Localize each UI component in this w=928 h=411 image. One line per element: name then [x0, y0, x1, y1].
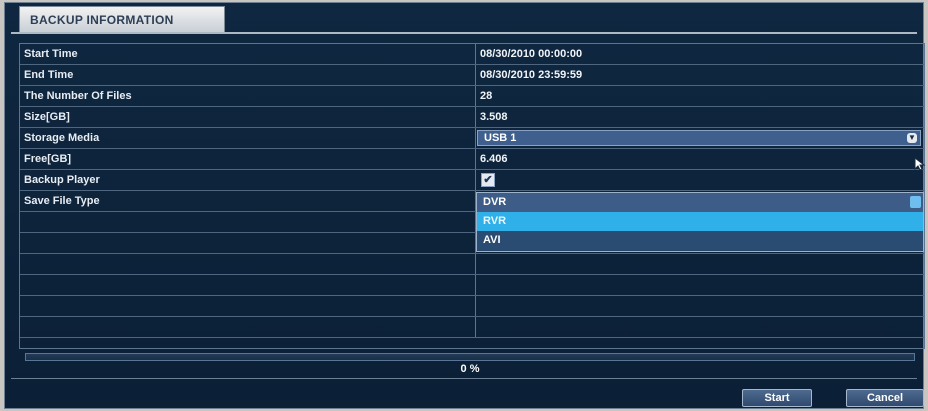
save-file-type-dropdown[interactable]: DVR RVR AVI — [476, 192, 924, 252]
progress-text: 0 % — [460, 363, 480, 375]
storage-media-select[interactable]: USB 1 ▼ — [477, 130, 921, 146]
table-row: The Number Of Files 28 — [20, 86, 924, 107]
end-time-value: 08/30/2010 23:59:59 — [475, 65, 924, 85]
footer-divider — [11, 378, 917, 379]
backup-info-table: Start Time 08/30/2010 00:00:00 End Time … — [19, 43, 925, 349]
storage-media-value: USB 1 — [484, 132, 517, 144]
start-time-value: 08/30/2010 00:00:00 — [475, 44, 924, 64]
dropdown-scroll-icon[interactable] — [910, 196, 921, 208]
table-row — [20, 275, 924, 296]
end-time-label: End Time — [24, 69, 74, 81]
save-file-type-label: Save File Type — [24, 195, 100, 207]
table-row: Storage Media USB 1 ▼ — [20, 128, 924, 149]
empty-cell — [475, 275, 924, 295]
backup-window: BACKUP INFORMATION Start Time 08/30/2010… — [4, 2, 926, 409]
chevron-down-icon[interactable]: ▼ — [907, 133, 917, 143]
empty-cell — [475, 296, 924, 316]
table-row: Size[GB] 3.508 — [20, 107, 924, 128]
title-divider — [11, 32, 917, 34]
size-label: Size[GB] — [24, 111, 70, 123]
table-row — [20, 296, 924, 317]
size-value: 3.508 — [475, 107, 924, 127]
dropdown-option-dvr[interactable]: DVR — [477, 193, 923, 212]
table-row: Start Time 08/30/2010 00:00:00 — [20, 44, 924, 65]
storage-media-label: Storage Media — [24, 132, 100, 144]
table-row — [20, 317, 924, 338]
empty-cell — [20, 296, 475, 316]
backup-player-label: Backup Player — [24, 174, 100, 186]
backup-player-checkbox[interactable]: ✔ — [481, 173, 495, 187]
file-count-value: 28 — [475, 86, 924, 106]
mouse-cursor-icon — [914, 157, 926, 171]
free-space-value: 6.406 — [475, 149, 924, 169]
table-row: Free[GB] 6.406 — [20, 149, 924, 170]
empty-cell — [20, 233, 475, 253]
progress-bar — [25, 353, 915, 361]
file-count-label: The Number Of Files — [24, 90, 132, 102]
free-space-label: Free[GB] — [24, 153, 72, 165]
backup-player-cell — [475, 170, 924, 190]
dropdown-option-rvr[interactable]: RVR — [477, 212, 923, 231]
table-row: Backup Player ✔ — [20, 170, 924, 191]
dropdown-option-avi[interactable]: AVI — [477, 231, 923, 250]
empty-cell — [20, 275, 475, 295]
empty-cell — [20, 317, 475, 337]
start-button[interactable]: Start — [742, 389, 812, 407]
cancel-button[interactable]: Cancel — [846, 389, 924, 407]
empty-cell — [475, 254, 924, 274]
table-row: End Time 08/30/2010 23:59:59 — [20, 65, 924, 86]
start-time-label: Start Time — [24, 48, 78, 60]
window-title: BACKUP INFORMATION — [19, 6, 225, 32]
empty-cell — [475, 317, 924, 337]
empty-cell — [20, 212, 475, 232]
empty-cell — [20, 254, 475, 274]
table-row — [20, 254, 924, 275]
